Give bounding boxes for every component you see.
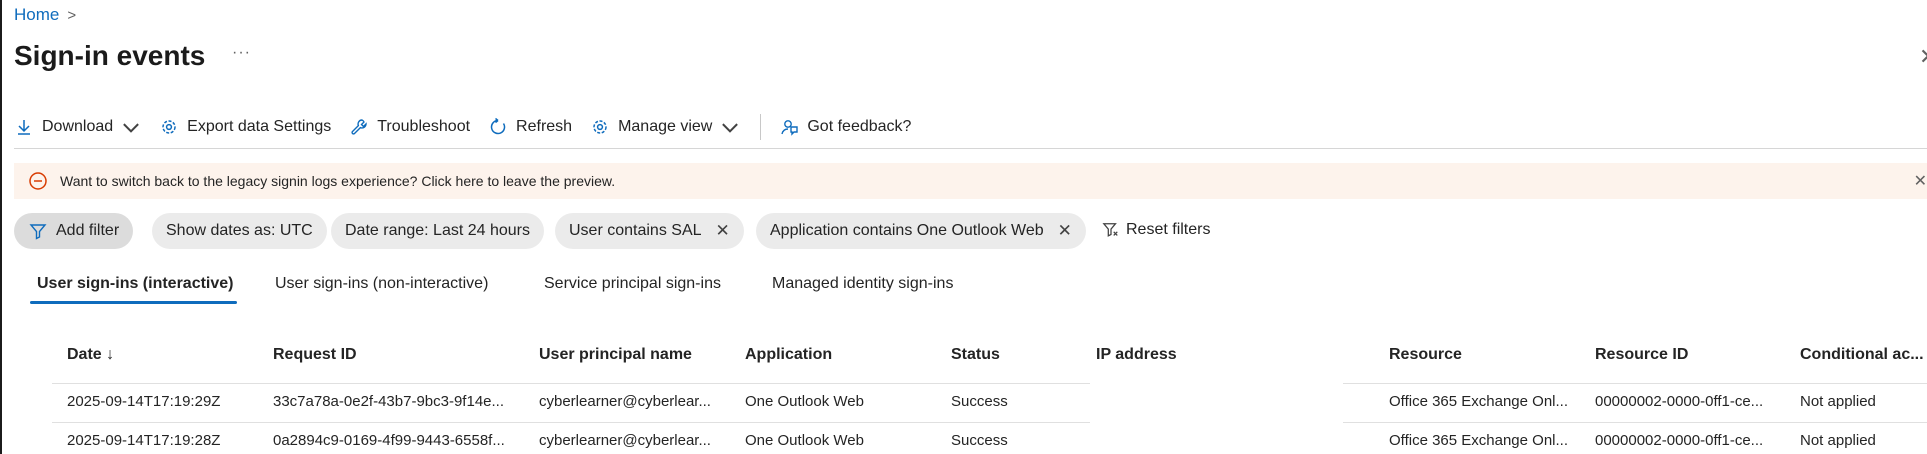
window-left-border xyxy=(0,0,2,454)
table-cell-request-id: 0a2894c9-0169-4f99-9443-6558f... xyxy=(273,432,505,449)
filter-pill-application[interactable]: Application contains One Outlook Web ✕ xyxy=(756,213,1086,249)
download-label: Download xyxy=(42,118,114,135)
row-divider xyxy=(1343,383,1927,384)
column-header-user-principal-name[interactable]: User principal name xyxy=(539,346,692,364)
gear-icon xyxy=(593,120,607,134)
table-cell-user-principal-name: cyberlearner@cyberlear... xyxy=(539,393,711,410)
column-header-request-id[interactable]: Request ID xyxy=(273,346,357,364)
chevron-down-icon xyxy=(123,123,140,133)
command-bar: Download Export data Settings Troublesho… xyxy=(14,113,929,141)
row-divider xyxy=(52,422,1090,423)
close-icon[interactable]: ✕ xyxy=(1919,44,1927,70)
reset-filters-button[interactable]: Reset filters xyxy=(1102,221,1210,239)
filter-pill-label: Date range: Last 24 hours xyxy=(345,222,531,239)
toolbar-divider xyxy=(760,114,762,140)
column-header-application[interactable]: Application xyxy=(745,346,832,364)
manage-view-label: Manage view xyxy=(618,118,713,135)
filter-pill-label: Show dates as: UTC xyxy=(166,222,313,239)
column-header-resource[interactable]: Resource xyxy=(1389,346,1462,364)
wrench-icon xyxy=(351,119,367,135)
table-cell-resource: Office 365 Exchange Onl... xyxy=(1389,432,1568,449)
warning-icon xyxy=(29,172,47,190)
column-header-conditional-access[interactable]: Conditional ac... xyxy=(1800,346,1924,364)
breadcrumb-home-link[interactable]: Home xyxy=(14,5,59,25)
column-header-ip-address[interactable]: IP address xyxy=(1096,346,1177,364)
filter-pill-date-range[interactable]: Date range: Last 24 hours xyxy=(331,213,545,249)
add-filter-button[interactable]: Add filter xyxy=(14,213,134,249)
table-cell-conditional-access: Not applied xyxy=(1800,393,1876,410)
tab-user-signins-non-interactive[interactable]: User sign-ins (non-interactive) xyxy=(275,275,488,293)
filter-icon xyxy=(29,224,47,240)
toolbar-divider-line xyxy=(14,148,1927,149)
table-cell-status: Success xyxy=(951,393,1008,410)
tab-user-signins-interactive[interactable]: User sign-ins (interactive) xyxy=(37,275,234,293)
table-cell-conditional-access: Not applied xyxy=(1800,432,1876,449)
table-cell-user-principal-name: cyberlearner@cyberlear... xyxy=(539,432,711,449)
active-tab-indicator xyxy=(30,301,237,304)
table-cell-resource: Office 365 Exchange Onl... xyxy=(1389,393,1568,410)
banner-text: Want to switch back to the legacy signin… xyxy=(60,173,616,189)
filter-pill-dates[interactable]: Show dates as: UTC xyxy=(152,213,327,249)
chevron-down-icon xyxy=(722,123,739,133)
page-title: Sign-in events xyxy=(14,40,206,71)
row-divider xyxy=(52,383,1090,384)
table-cell-date-link[interactable]: 2025-09-14T17:19:28Z xyxy=(67,432,220,449)
chevron-right-icon: > xyxy=(67,6,77,24)
refresh-label: Refresh xyxy=(516,118,573,135)
column-header-date[interactable]: Date ↓ xyxy=(67,346,114,364)
download-button[interactable]: Download xyxy=(14,117,141,137)
filter-pill-user[interactable]: User contains SAL ✕ xyxy=(555,213,744,249)
column-header-status[interactable]: Status xyxy=(951,346,1000,364)
more-options-icon[interactable]: ··· xyxy=(232,44,251,62)
troubleshoot-label: Troubleshoot xyxy=(377,118,471,135)
filter-reset-icon xyxy=(1102,223,1118,237)
refresh-icon xyxy=(490,117,506,135)
breadcrumb: Home > xyxy=(14,5,76,25)
reset-filters-label: Reset filters xyxy=(1126,221,1211,238)
export-settings-label: Export data Settings xyxy=(187,118,332,135)
column-header-resource-id[interactable]: Resource ID xyxy=(1595,346,1688,364)
filter-pill-label: User contains SAL xyxy=(569,222,702,239)
table-cell-status: Success xyxy=(951,432,1008,449)
tab-service-principal-signins[interactable]: Service principal sign-ins xyxy=(544,275,721,293)
table-cell-resource-id: 00000002-0000-0ff1-ce... xyxy=(1595,393,1764,410)
remove-filter-icon[interactable]: ✕ xyxy=(1058,221,1072,241)
close-icon[interactable]: ✕ xyxy=(1914,171,1927,191)
troubleshoot-button[interactable]: Troubleshoot xyxy=(349,117,470,137)
feedback-icon xyxy=(781,120,799,136)
legacy-preview-banner[interactable]: Want to switch back to the legacy signin… xyxy=(14,163,1927,199)
tab-managed-identity-signins[interactable]: Managed identity sign-ins xyxy=(772,275,953,293)
export-settings-button[interactable]: Export data Settings xyxy=(159,117,331,137)
row-divider xyxy=(1343,422,1927,423)
add-filter-label: Add filter xyxy=(56,222,120,239)
feedback-button[interactable]: Got feedback? xyxy=(779,117,911,137)
table-cell-application: One Outlook Web xyxy=(745,432,864,449)
refresh-button[interactable]: Refresh xyxy=(488,117,572,137)
table-cell-request-id: 33c7a78a-0e2f-43b7-9bc3-9f14e... xyxy=(273,393,505,410)
table-cell-date-link[interactable]: 2025-09-14T17:19:29Z xyxy=(67,393,220,410)
table-cell-resource-id: 00000002-0000-0ff1-ce... xyxy=(1595,432,1764,449)
download-icon xyxy=(18,120,30,135)
filter-pill-label: Application contains One Outlook Web xyxy=(770,222,1044,239)
feedback-label: Got feedback? xyxy=(807,118,912,135)
gear-icon xyxy=(162,120,176,134)
remove-filter-icon[interactable]: ✕ xyxy=(716,221,730,241)
manage-view-button[interactable]: Manage view xyxy=(590,117,740,137)
table-cell-application: One Outlook Web xyxy=(745,393,864,410)
